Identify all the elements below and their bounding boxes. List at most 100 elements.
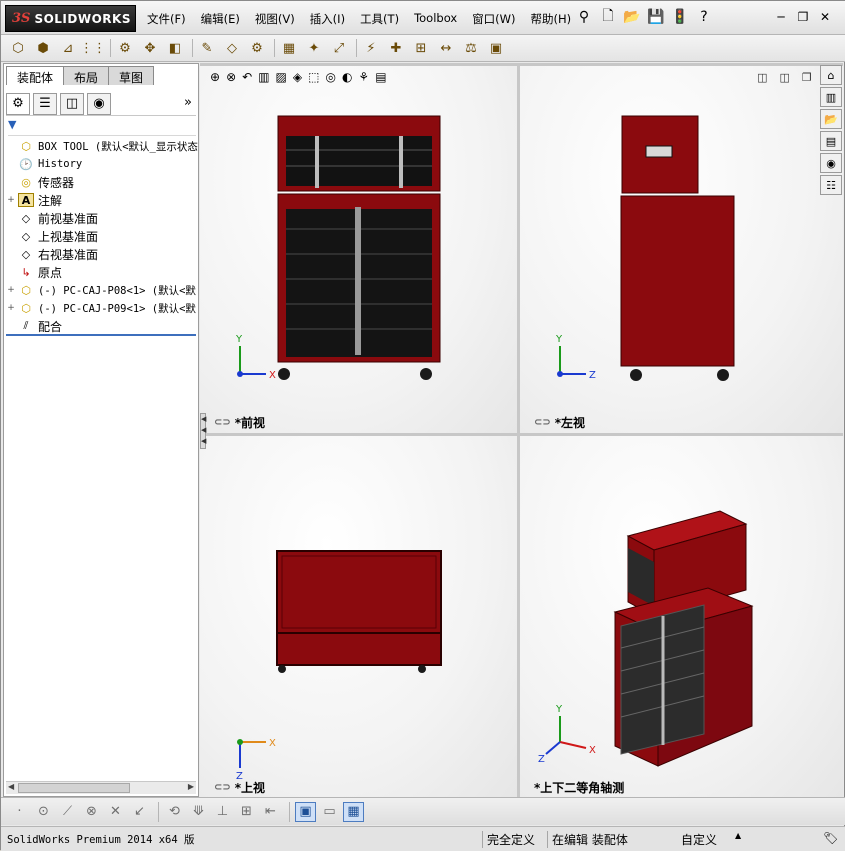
hole-alignment-icon[interactable]: ⊞	[410, 38, 432, 58]
front-view-model[interactable]: Y X	[200, 66, 517, 433]
line-icon[interactable]: ⟋	[57, 802, 78, 822]
more-tabs-button[interactable]: »	[184, 95, 192, 110]
minimize-button[interactable]: ─	[770, 8, 792, 26]
move-component-icon[interactable]: ✥	[139, 38, 161, 58]
save-icon[interactable]: 💾	[646, 7, 666, 27]
tree-item-history[interactable]: 🕑 History	[6, 155, 198, 173]
clearance-icon[interactable]: ✚	[385, 38, 407, 58]
home-icon[interactable]: ⌂	[820, 65, 842, 85]
insert-components-icon[interactable]: ⬢	[32, 38, 54, 58]
scroll-left-icon[interactable]: ◀	[8, 782, 14, 791]
traffic-light-icon[interactable]: 🚦	[670, 7, 690, 27]
sketch-relations-icon[interactable]: ⊥	[212, 802, 233, 822]
configuration-manager-icon[interactable]: ◫	[60, 92, 84, 115]
units-selector[interactable]: 自定义	[677, 831, 717, 848]
units-arrow-icon[interactable]: ▲	[731, 831, 741, 848]
feature-manager-icon[interactable]: ⚙	[6, 92, 30, 115]
pin-icon[interactable]: ⚲	[574, 7, 594, 27]
top-view-model[interactable]: Z X	[200, 436, 517, 797]
offset-icon[interactable]: ⟲	[164, 802, 185, 822]
assembly-features-icon[interactable]: ✎	[196, 38, 218, 58]
dimension-icon[interactable]: ⇤	[260, 802, 281, 822]
rollback-bar[interactable]	[6, 334, 196, 336]
menu-view[interactable]: 视图(V)	[255, 11, 295, 27]
scroll-right-icon[interactable]: ▶	[188, 782, 194, 791]
point-icon[interactable]: ·	[9, 802, 30, 822]
filter-icon[interactable]: ▼	[8, 118, 16, 131]
viewport-front[interactable]: ⊕ ⊗ ↶ ▥ ▨ ◈ ⬚ ◎ ◐ ⚘ ▤ Y X ⊂⊃ *前视	[200, 66, 517, 433]
grid-icon[interactable]: ⊞	[236, 802, 257, 822]
tree-item-right-plane[interactable]: ◇ 右视基准面	[6, 245, 198, 263]
mate-icon[interactable]: ⊿	[57, 38, 79, 58]
menu-help[interactable]: 帮助(H)	[531, 11, 572, 27]
tab-sketch[interactable]: 草图	[108, 66, 155, 85]
tree-horizontal-scrollbar[interactable]: ◀ ▶	[6, 781, 196, 794]
scroll-thumb[interactable]	[18, 783, 130, 793]
expand-toggle[interactable]: +	[6, 303, 16, 313]
extend-icon[interactable]: ↙	[129, 802, 150, 822]
tab-assembly[interactable]: 装配体	[6, 66, 65, 85]
view-palette-icon[interactable]: ▤	[820, 131, 842, 151]
menu-edit[interactable]: 编辑(E)	[201, 11, 240, 27]
measure-icon[interactable]: ↔	[435, 38, 457, 58]
tile-vertically-icon[interactable]: ▦	[343, 801, 364, 822]
help-icon[interactable]: ?	[694, 7, 714, 27]
expand-toggle[interactable]: +	[6, 285, 16, 295]
link-icon[interactable]: ⊂⊃	[534, 417, 551, 428]
viewport-isometric[interactable]: Y X Z *上下二等角轴测	[520, 436, 843, 797]
tree-item-origin[interactable]: ↳ 原点	[6, 263, 198, 281]
new-document-icon[interactable]: 🗋	[598, 7, 618, 27]
explode-line-icon[interactable]: ⤢	[328, 38, 350, 58]
exploded-view-icon[interactable]: ✦	[303, 38, 325, 58]
viewport-top[interactable]: Z X ⊂⊃ *上视	[200, 436, 517, 797]
menu-toolbox[interactable]: Toolbox	[414, 11, 457, 27]
link-icon[interactable]: ⊂⊃	[214, 782, 231, 793]
left-view-model[interactable]: Y Z	[520, 66, 843, 433]
display-manager-icon[interactable]: ◉	[87, 92, 111, 115]
tree-item-part-p08[interactable]: + ⬡ (-) PC-CAJ-P08<1> (默认<默	[6, 281, 198, 299]
link-icon[interactable]: ⊂⊃	[214, 417, 231, 428]
menu-file[interactable]: 文件(F)	[147, 11, 186, 27]
reference-geometry-icon[interactable]: ◇	[221, 38, 243, 58]
arc-icon[interactable]: ⊗	[81, 802, 102, 822]
tag-icon[interactable]: 🏷	[819, 831, 838, 848]
isometric-view-model[interactable]: Y X Z	[520, 436, 843, 797]
close-button[interactable]: ✕	[814, 8, 836, 26]
menu-insert[interactable]: 插入(I)	[310, 11, 345, 27]
menu-window[interactable]: 窗口(W)	[472, 11, 515, 27]
tree-filter[interactable]: ▼	[8, 118, 196, 136]
expand-toggle[interactable]: +	[6, 195, 16, 205]
panel-collapse-handle[interactable]: ◀ ◀ ◀	[200, 413, 206, 449]
tree-item-sensors[interactable]: ◎ 传感器	[6, 173, 198, 191]
mass-properties-icon[interactable]: ⚖	[460, 38, 482, 58]
trim-icon[interactable]: ✕	[105, 802, 126, 822]
instant3d-icon[interactable]: ▣	[485, 38, 507, 58]
new-motion-study-icon[interactable]: ⚙	[246, 38, 268, 58]
tree-item-annotations[interactable]: + A 注解	[6, 191, 198, 209]
restore-button[interactable]: ❐	[792, 8, 814, 26]
file-explorer-icon[interactable]: 📂	[820, 109, 842, 129]
linear-pattern-icon[interactable]: ⋮⋮	[80, 38, 106, 58]
tree-item-front-plane[interactable]: ◇ 前视基准面	[6, 209, 198, 227]
mirror-icon[interactable]: ⟱	[188, 802, 209, 822]
tree-item-mates[interactable]: ⫽ 配合	[6, 317, 198, 335]
tree-item-root[interactable]: ⬡ BOX TOOL (默认<默认_显示状态	[6, 137, 198, 155]
assembly-icon[interactable]: ⬡	[7, 38, 29, 58]
design-library-icon[interactable]: ▥	[820, 87, 842, 107]
solidworks-logo[interactable]: 3S SOLIDWORKS	[5, 5, 136, 32]
appearances-icon[interactable]: ◉	[820, 153, 842, 173]
tile-horizontally-icon[interactable]: ▭	[319, 802, 340, 822]
bill-of-materials-icon[interactable]: ▦	[278, 38, 300, 58]
custom-properties-icon[interactable]: ☷	[820, 175, 842, 195]
interference-icon[interactable]: ⚡	[360, 38, 382, 58]
circle-icon[interactable]: ⊙	[33, 802, 54, 822]
graphics-area[interactable]: ⊕ ⊗ ↶ ▥ ▨ ◈ ⬚ ◎ ◐ ⚘ ▤ Y X ⊂⊃ *前视 ◫ ◫ ❐ Y…	[200, 63, 843, 797]
open-folder-icon[interactable]: 📂	[622, 7, 642, 27]
show-hidden-icon[interactable]: ◧	[164, 38, 186, 58]
tree-item-part-p09[interactable]: + ⬡ (-) PC-CAJ-P09<1> (默认<默	[6, 299, 198, 317]
menu-tools[interactable]: 工具(T)	[360, 11, 399, 27]
property-manager-icon[interactable]: ☰	[33, 92, 57, 115]
smart-fasteners-icon[interactable]: ⚙	[114, 38, 136, 58]
tree-item-top-plane[interactable]: ◇ 上视基准面	[6, 227, 198, 245]
viewport-left[interactable]: ◫ ◫ ❐ ✕ Y Z ⊂⊃ *左视	[520, 66, 843, 433]
